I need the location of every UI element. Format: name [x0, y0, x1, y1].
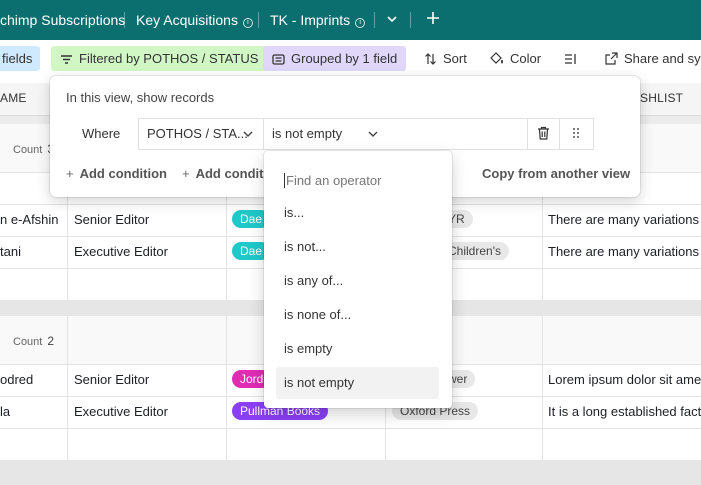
filter-title: In this view, show records: [66, 90, 215, 105]
cell-name[interactable]: la: [0, 396, 66, 428]
tab-label: chimp Subscriptions: [0, 12, 126, 28]
cell-name[interactable]: tani: [0, 236, 66, 268]
filter-value-input[interactable]: [388, 118, 528, 150]
cell-role[interactable]: Executive Editor: [74, 236, 224, 268]
row-height-button[interactable]: [556, 46, 592, 71]
chevron-down-icon: [243, 131, 253, 137]
drag-handle-icon: [573, 128, 579, 138]
tab-divider: [410, 12, 411, 28]
operator-option-is-none-of[interactable]: is none of...: [276, 299, 439, 331]
drag-condition-handle[interactable]: [559, 118, 594, 150]
cell-publisher[interactable]: Children's: [444, 236, 540, 268]
operator-option-is-not-empty[interactable]: is not empty: [276, 367, 439, 399]
color-label: Color: [510, 51, 542, 66]
plus-icon: +: [66, 166, 74, 181]
operator-search-input[interactable]: Find an operator: [284, 173, 381, 188]
cell-role[interactable]: Executive Editor: [74, 396, 224, 428]
sort-label: Sort: [443, 51, 467, 66]
cell-name[interactable]: odred: [0, 364, 66, 396]
filter-button[interactable]: Filtered by POTHOS / STATUS: [51, 46, 268, 71]
cell-name[interactable]: n e-Afshin: [0, 204, 66, 236]
group-separator: [0, 460, 701, 485]
group-count-1: Count3: [13, 142, 54, 156]
info-icon[interactable]: i: [242, 18, 253, 28]
add-condition-group-button[interactable]: + Add conditi: [182, 166, 264, 181]
filter-field-value: POTHOS / STA...: [147, 126, 248, 141]
filter-icon: [61, 55, 72, 64]
cell-role[interactable]: Senior Editor: [74, 204, 224, 236]
table-tab-bar: chimp Subscriptions Key Acquisitions i TK…: [0, 0, 701, 40]
cell-notes[interactable]: It is a long established fact: [548, 396, 701, 428]
add-table-plus-icon[interactable]: [426, 0, 440, 40]
cell-role[interactable]: Senior Editor: [74, 364, 224, 396]
row-height-icon: [565, 54, 576, 64]
cell-notes[interactable]: There are many variations o: [548, 204, 701, 236]
delete-condition-button[interactable]: [527, 118, 560, 150]
hide-fields-button[interactable]: fields: [0, 46, 41, 71]
publisher-pill: Children's: [444, 242, 509, 260]
tab-divider: [124, 12, 125, 28]
sort-button[interactable]: Sort: [416, 46, 475, 71]
column-header-name[interactable]: AME: [0, 83, 27, 116]
operator-dropdown: Find an operator is... is not... is any …: [264, 151, 452, 408]
operator-option-is-not[interactable]: is not...: [276, 231, 439, 263]
paint-bucket-icon: [490, 52, 503, 64]
filter-operator-select[interactable]: is not empty: [263, 118, 389, 150]
tab-tk-imprints[interactable]: TK - Imprints i: [270, 0, 366, 40]
info-icon[interactable]: i: [355, 18, 366, 28]
external-share-icon: [605, 52, 618, 65]
filter-label: Filtered by POTHOS / STATUS: [79, 51, 259, 66]
group-count-2: Count 2: [13, 334, 55, 348]
cell-notes[interactable]: Lorem ipsum dolor sit amet: [548, 364, 701, 396]
operator-option-is[interactable]: is...: [276, 197, 439, 229]
group-button[interactable]: Grouped by 1 field: [263, 46, 407, 71]
tab-divider: [258, 12, 259, 28]
tab-mailchimp-subscriptions[interactable]: chimp Subscriptions: [0, 0, 125, 40]
hide-fields-label: fields: [2, 51, 33, 66]
filter-operator-value: is not empty: [272, 126, 343, 141]
chevron-down-icon: [368, 131, 378, 137]
tab-label: Key Acquisitions: [136, 12, 238, 28]
group-icon: [272, 54, 285, 65]
color-button[interactable]: Color: [481, 46, 549, 71]
column-header-publisher[interactable]: SHLIST: [640, 83, 683, 116]
operator-option-is-empty[interactable]: is empty: [276, 333, 439, 365]
where-label: Where: [82, 126, 121, 141]
share-and-sync-button[interactable]: Share and syn: [597, 46, 701, 71]
group-label: Grouped by 1 field: [291, 51, 398, 66]
tab-divider: [374, 12, 375, 28]
trash-icon: [538, 126, 549, 140]
share-label: Share and syn: [624, 51, 701, 66]
cell-publisher[interactable]: wer: [444, 364, 540, 396]
filter-field-select[interactable]: POTHOS / STA...: [138, 118, 264, 150]
tab-key-acquisitions[interactable]: Key Acquisitions i: [136, 0, 253, 40]
plus-icon: +: [182, 166, 190, 181]
cell-publisher[interactable]: YR: [444, 204, 540, 236]
cell-notes[interactable]: There are many variations o: [548, 236, 701, 268]
copy-from-another-view-button[interactable]: Copy from another view: [482, 166, 630, 181]
more-tabs-chevron-icon[interactable]: [386, 0, 398, 40]
tab-label: TK - Imprints: [270, 12, 351, 28]
sort-icon: [425, 53, 436, 65]
add-condition-button[interactable]: + Add condition: [66, 166, 167, 181]
view-toolbar: fields Filtered by POTHOS / STATUS Group…: [0, 40, 701, 77]
operator-option-is-any-of[interactable]: is any of...: [276, 265, 439, 297]
